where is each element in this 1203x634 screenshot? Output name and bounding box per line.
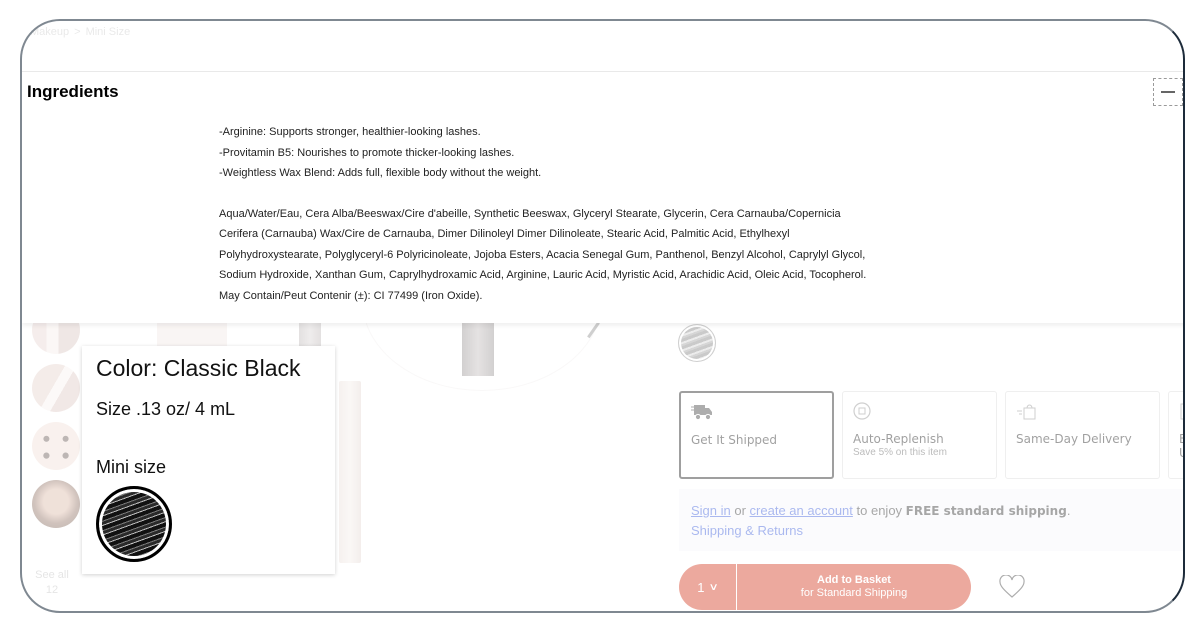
ingredients-body: -Arginine: Supports stronger, healthier-…: [219, 122, 1019, 306]
period-text: .: [1066, 503, 1071, 518]
or-text: or: [730, 503, 750, 518]
ingredient-list-line: Cerifera (Carnauba) Wax/Cire de Carnauba…: [219, 228, 790, 240]
sign-in-link[interactable]: Sign in: [691, 503, 731, 518]
add-to-basket-row: 1 ∨ Add to Basket for Standard Shipping: [679, 564, 1025, 610]
shipping-option-same-day[interactable]: Same-Day Delivery: [1005, 391, 1160, 479]
add-to-basket-action[interactable]: Add to Basket for Standard Shipping: [737, 564, 971, 610]
product-image-cap: [462, 316, 494, 376]
free-shipping-text: FREE standard shipping: [905, 504, 1067, 518]
truck-icon: [691, 405, 712, 421]
breadcrumb-separator: >: [74, 26, 81, 38]
shipping-option-get-it-shipped[interactable]: Get It Shipped: [679, 391, 834, 479]
ingredient-list-line: Polyhydroxystearate, Polyglyceryl-6 Poly…: [219, 248, 866, 261]
shipping-option-auto-replenish[interactable]: Auto-Replenish Save 5% on this item: [842, 391, 997, 479]
browser-frame: Makeup > Mini Size See all 12 Get It Shi…: [20, 19, 1185, 613]
see-all-thumbnails-link[interactable]: See all 12: [34, 568, 70, 598]
shipping-option-title: Same-Day Delivery: [1016, 432, 1132, 446]
ingredients-title: Ingredients: [27, 82, 119, 101]
mini-size-label: Mini size: [96, 457, 167, 477]
quantity-value: 1: [697, 579, 705, 595]
breadcrumb: Makeup > Mini Size: [30, 26, 130, 38]
thumbnail-list: [32, 306, 82, 538]
replenish-icon: [853, 402, 871, 420]
shipping-option-subtitle: Save 5% on this item: [853, 447, 947, 458]
breadcrumb-item-mini-size[interactable]: Mini Size: [86, 26, 131, 38]
shipping-option-title: B: [1179, 432, 1183, 446]
ingredients-panel: Ingredients -Arginine: Supports stronger…: [22, 71, 1183, 323]
thumbnail-2[interactable]: [32, 364, 80, 412]
add-to-basket-button: 1 ∨ Add to Basket for Standard Shipping: [679, 564, 971, 610]
ingredient-list-line: Sodium Hydroxide, Xanthan Gum, Caprylhyd…: [219, 269, 867, 281]
heart-icon[interactable]: [999, 575, 1025, 599]
store-icon: [1180, 403, 1183, 420]
thumbnail-3[interactable]: [32, 422, 80, 470]
ingredient-highlight: -Arginine: Supports stronger, healthier-…: [219, 126, 481, 138]
shipping-returns-link[interactable]: Shipping & Returns: [691, 523, 803, 538]
product-image-tube: [339, 381, 361, 563]
add-to-basket-sublabel: for Standard Shipping: [800, 587, 908, 599]
shipping-option-buy-online-pickup[interactable]: B U: [1168, 391, 1183, 479]
breadcrumb-item-makeup[interactable]: Makeup: [30, 26, 69, 38]
chevron-down-icon: ∨: [708, 581, 720, 593]
ingredient-highlight: -Provitamin B5: Nourishes to promote thi…: [219, 146, 515, 159]
ingredient-list-line: Aqua/Water/Eau, Cera Alba/Beeswax/Cire d…: [219, 207, 841, 220]
color-name: Color: Classic Black: [96, 355, 301, 381]
minus-icon: [1161, 91, 1175, 93]
shipping-options: Get It Shipped Auto-Replenish Save 5% on…: [679, 391, 1183, 479]
shipping-option-title: Get It Shipped: [691, 433, 778, 447]
collapse-button[interactable]: [1153, 78, 1183, 106]
classic-black-swatch-icon: [96, 486, 172, 562]
add-to-basket-label: Add to Basket: [817, 574, 891, 586]
enjoy-text: to enjoy: [852, 503, 906, 518]
ingredient-highlight: -Weightless Wax Blend: Adds full, flexib…: [219, 167, 542, 179]
shipping-option-subtitle: U: [1179, 446, 1183, 460]
shipping-option-title: Auto-Replenish: [853, 432, 944, 446]
quantity-select[interactable]: 1 ∨: [679, 564, 737, 610]
size-label: Size .13 oz/ 4 mL: [96, 399, 236, 419]
delivery-bag-icon: [1017, 404, 1036, 420]
ingredient-list-line: May Contain/Peut Contenir (±): CI 77499 …: [219, 289, 483, 302]
create-account-link[interactable]: create an account: [750, 503, 853, 518]
see-all-count: 12: [45, 584, 59, 596]
see-all-label: See all: [35, 569, 69, 581]
free-shipping-banner: Sign in or create an account to enjoy FR…: [679, 489, 1183, 551]
color-swatch-classic-black[interactable]: [678, 324, 716, 362]
thumbnail-4[interactable]: [32, 480, 80, 528]
color-tooltip: Color: Classic Black Size .13 oz/ 4 mL M…: [82, 346, 335, 574]
